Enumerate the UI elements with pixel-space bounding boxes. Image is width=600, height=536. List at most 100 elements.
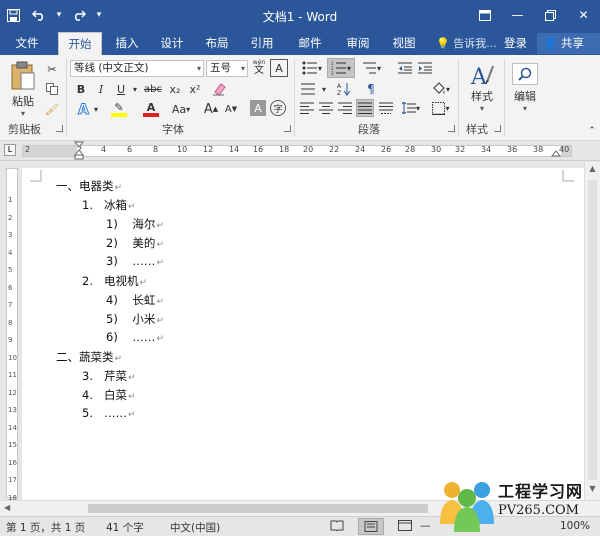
superscript-button[interactable]: x² <box>186 80 204 98</box>
character-border-button[interactable]: A <box>270 59 288 77</box>
tab-design[interactable]: 设计 <box>153 32 191 55</box>
indent-markers[interactable] <box>72 141 86 161</box>
phonetic-guide-button[interactable]: wén 文 <box>250 58 268 78</box>
tab-selector[interactable]: L <box>4 144 16 156</box>
align-right-button[interactable] <box>337 100 353 116</box>
clear-formatting-button[interactable] <box>210 80 228 98</box>
web-layout-button[interactable] <box>398 520 412 534</box>
sort-button[interactable]: AZ <box>333 80 355 98</box>
font-dialog-launcher[interactable] <box>284 125 291 132</box>
document-line[interactable]: 5) 小米↵ <box>106 311 164 327</box>
document-line[interactable]: 6) ……↵ <box>106 330 164 344</box>
document-line[interactable]: 2) 美的↵ <box>106 235 164 251</box>
multilevel-list-button[interactable]: ▾ <box>357 59 385 77</box>
styles-dialog-launcher[interactable] <box>494 125 501 132</box>
line-spacing-button[interactable]: ▾ <box>398 100 424 116</box>
document-line[interactable]: 1) 海尔↵ <box>106 216 164 232</box>
numbering-button[interactable]: 1 2 3 ▾ <box>327 58 355 78</box>
justify-button[interactable] <box>356 99 374 117</box>
tab-view[interactable]: 视图 <box>384 32 424 55</box>
align-center-button[interactable] <box>318 100 334 116</box>
document-line[interactable]: 1. 冰箱↵ <box>82 197 136 213</box>
borders-button[interactable]: ▾ <box>428 100 454 116</box>
editing-button[interactable]: 编辑 ▾ <box>508 59 542 117</box>
show-marks-button[interactable]: ¶ <box>360 80 382 98</box>
tab-insert[interactable]: 插入 <box>108 32 146 55</box>
bold-button[interactable]: B <box>72 80 90 98</box>
tab-review[interactable]: 审阅 <box>338 32 378 55</box>
document-line[interactable]: 3) ……↵ <box>106 254 164 268</box>
clipboard-icon <box>11 61 35 89</box>
subscript-button[interactable]: x₂ <box>166 80 184 98</box>
change-case-button[interactable]: Aa ▾ <box>166 100 196 118</box>
clipboard-dialog-launcher[interactable] <box>56 125 63 132</box>
cut-button[interactable]: ✂ <box>44 61 60 77</box>
text-effects-button[interactable]: A ▾ <box>72 100 102 118</box>
styles-button[interactable]: A 样式 ▾ <box>462 59 502 117</box>
decrease-indent-button[interactable] <box>396 59 414 77</box>
tab-references[interactable]: 引用 <box>243 32 281 55</box>
character-shading-button[interactable]: A <box>250 100 266 116</box>
collapse-ribbon-button[interactable]: ⌃ <box>586 125 598 137</box>
tab-file[interactable]: 文件 <box>4 32 50 55</box>
format-painter-button[interactable]: 🖌 <box>44 101 60 117</box>
vertical-scrollbar[interactable]: ▲ ▼ <box>584 162 600 500</box>
distributed-button[interactable] <box>378 100 394 116</box>
document-line[interactable]: 4) 长虹↵ <box>106 292 164 308</box>
underline-dropdown[interactable]: ▾ <box>130 80 140 98</box>
paste-button[interactable]: 粘贴 ▾ <box>6 59 40 119</box>
strikethrough-button[interactable]: abc <box>142 80 164 98</box>
align-left-button[interactable] <box>299 100 315 116</box>
paragraph-dialog-launcher[interactable] <box>448 125 455 132</box>
tab-mailings[interactable]: 邮件 <box>288 32 332 55</box>
language-indicator[interactable]: 中文(中国) <box>170 520 220 535</box>
chinese-layout-button[interactable] <box>299 80 317 98</box>
document-line[interactable]: 4. 白菜↵ <box>82 387 136 403</box>
shrink-font-button[interactable]: A ▼ <box>222 100 240 118</box>
tab-home[interactable]: 开始 <box>58 32 102 55</box>
chevron-down-icon: ▾ <box>20 108 25 118</box>
print-layout-button[interactable] <box>358 518 384 535</box>
enclose-characters-button[interactable]: 字 <box>270 100 286 116</box>
document-area[interactable]: 一、电器类↵ 1. 冰箱↵ 1) 海尔↵ 2) 美的↵ 3) ……↵ 2. 电视机↵ 4) … <box>22 162 584 500</box>
sign-in-link[interactable]: 登录 <box>504 32 527 55</box>
page-count[interactable]: 第 1 页，共 1 页 <box>6 520 85 535</box>
font-name-combo[interactable]: 等线 (中文正文) ▾ <box>70 60 204 77</box>
underline-button[interactable]: U <box>112 80 130 98</box>
ribbon-display-options-button[interactable] <box>468 0 501 30</box>
restore-button[interactable] <box>534 0 567 30</box>
people-logo-icon <box>440 482 494 532</box>
document-line[interactable]: 二、蔬菜类↵ <box>56 349 122 365</box>
right-indent-marker[interactable] <box>550 146 562 160</box>
ruler-number: 2 <box>25 145 31 154</box>
font-size-combo[interactable]: 五号 ▾ <box>206 60 248 77</box>
highlight-button[interactable]: ✎ <box>104 100 134 118</box>
read-mode-button[interactable] <box>330 520 344 534</box>
horizontal-scroll-thumb[interactable] <box>88 504 428 513</box>
italic-button[interactable]: I <box>92 80 110 98</box>
word-count[interactable]: 41 个字 <box>106 520 144 535</box>
zoom-out-button[interactable]: — <box>420 520 431 532</box>
share-button[interactable]: 👤 共享 <box>537 33 600 54</box>
tell-me-box[interactable]: 💡 告诉我... <box>436 32 497 55</box>
font-color-button[interactable]: A <box>136 100 166 118</box>
bullets-button[interactable]: ▾ <box>299 59 325 77</box>
document-line[interactable]: 5. ……↵ <box>82 406 136 420</box>
close-button[interactable]: ✕ <box>567 0 600 30</box>
chinese-layout-dropdown[interactable]: ▾ <box>319 80 329 98</box>
scroll-up-arrow[interactable]: ▲ <box>585 164 600 178</box>
copy-button[interactable] <box>44 81 60 97</box>
minimize-button[interactable]: — <box>501 0 534 30</box>
document-line[interactable]: 2. 电视机↵ <box>82 273 147 289</box>
scroll-track[interactable] <box>588 180 597 480</box>
document-page[interactable]: 一、电器类↵ 1. 冰箱↵ 1) 海尔↵ 2) 美的↵ 3) ……↵ 2. 电视机↵ 4) … <box>22 168 584 500</box>
tab-layout[interactable]: 布局 <box>198 32 236 55</box>
vertical-ruler-number: 4 <box>8 248 13 257</box>
increase-indent-button[interactable] <box>416 59 434 77</box>
document-line[interactable]: 一、电器类↵ <box>56 178 122 194</box>
shading-button[interactable]: ▾ <box>428 80 454 98</box>
search-icon <box>518 67 532 81</box>
grow-font-button[interactable]: A ▲ <box>202 100 220 118</box>
scroll-left-arrow[interactable]: ◀ <box>4 503 10 512</box>
document-line[interactable]: 3. 芹菜↵ <box>82 368 136 384</box>
